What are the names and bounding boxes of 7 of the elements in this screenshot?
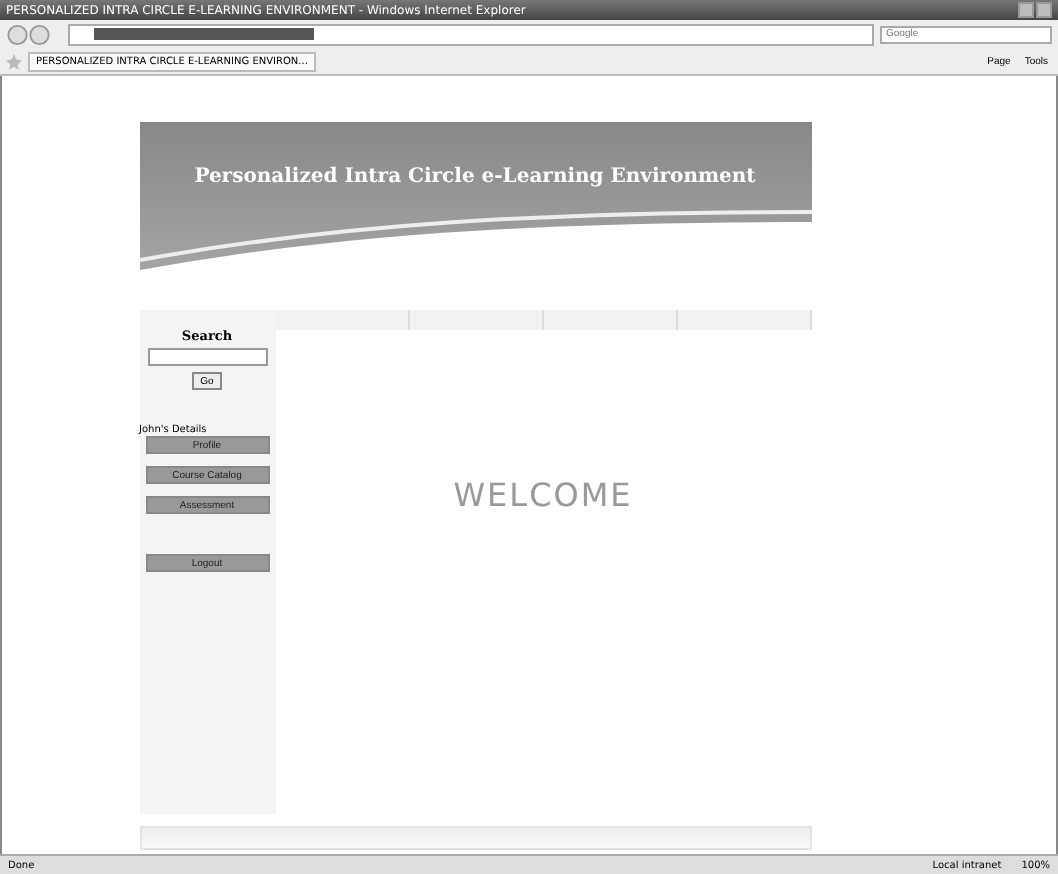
close-button[interactable] — [1036, 2, 1052, 18]
maximize-button[interactable] — [1018, 2, 1034, 18]
banner-title: Personalized Intra Circle e-Learning Environment — [194, 166, 756, 188]
address-field[interactable] — [68, 23, 874, 45]
search-field[interactable] — [147, 348, 267, 366]
welcome-heading: WELCOME — [451, 476, 635, 514]
star-icon[interactable] — [6, 53, 22, 69]
